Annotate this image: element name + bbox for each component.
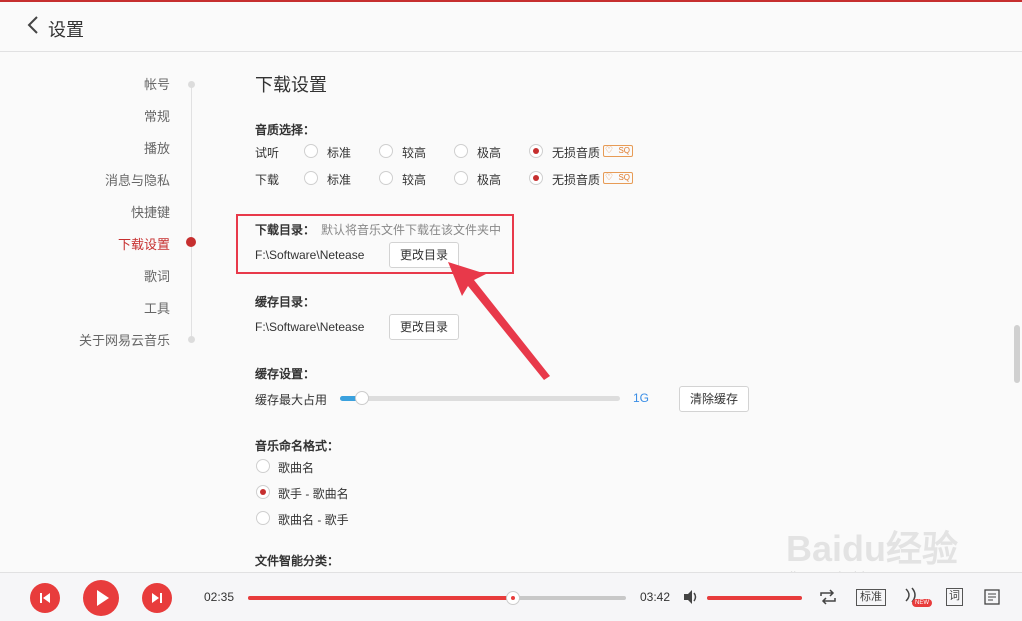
settings-content: 下载设置 音质选择： 试听 标准 较高 极高 无损音质 SQ 下载 标准 较高 … (0, 52, 1010, 572)
progress-handle[interactable] (505, 591, 520, 605)
naming-format-label: 音乐命名格式： (255, 439, 340, 453)
download-dir-label-text: 下载目录： (255, 223, 316, 237)
download-dir-desc: 默认将音乐文件下载在该文件夹中 (321, 223, 502, 237)
radio-preview-higher[interactable] (379, 144, 393, 158)
current-time: 02:35 (204, 590, 235, 604)
player-bar: 02:35 03:42 标准 NEW 词 (0, 572, 1022, 621)
scrollbar[interactable] (1014, 325, 1020, 383)
cache-settings-label: 缓存设置： (255, 367, 316, 381)
radio-naming-song-label: 歌曲名 (278, 461, 315, 475)
radio-download-higher-label: 较高 (402, 173, 427, 187)
radio-naming-song-artist-label: 歌曲名 - 歌手 (278, 513, 349, 527)
radio-download-standard-label: 标准 (327, 173, 352, 187)
section-title: 下载设置 (255, 75, 327, 95)
radio-download-extreme[interactable] (454, 171, 468, 185)
volume-fill (707, 596, 802, 600)
radio-preview-standard-label: 标准 (327, 146, 352, 160)
smart-sort-label: 文件智能分类： (255, 554, 340, 568)
radio-download-higher[interactable] (379, 171, 393, 185)
volume-slider[interactable] (707, 596, 802, 600)
cache-size-value: 1G (633, 391, 650, 405)
radio-naming-artist-song[interactable] (256, 485, 270, 499)
volume-icon[interactable] (682, 588, 700, 606)
cache-dir-path: F:\Software\Netease (255, 320, 365, 334)
radio-preview-higher-label: 较高 (402, 146, 427, 160)
new-badge: NEW (912, 599, 932, 607)
sq-badge: SQ (603, 145, 633, 157)
header: 设置 (0, 2, 1022, 52)
radio-naming-artist-song-label: 歌手 - 歌曲名 (278, 487, 349, 501)
loop-icon[interactable] (818, 588, 838, 606)
chevron-left-icon[interactable] (26, 14, 40, 42)
lyric-button[interactable]: 词 (946, 588, 963, 606)
radio-preview-standard[interactable] (304, 144, 318, 158)
radio-preview-lossless[interactable] (529, 144, 543, 158)
radio-download-lossless[interactable] (529, 171, 543, 185)
next-icon[interactable] (142, 583, 172, 613)
playlist-icon[interactable] (982, 587, 1002, 607)
quality-label: 音质选择： (255, 123, 316, 137)
cache-slider-handle[interactable] (355, 391, 370, 405)
cache-max-label: 缓存最大占用 (255, 393, 328, 407)
radio-preview-extreme-label: 极高 (477, 146, 502, 160)
previous-icon[interactable] (30, 583, 60, 613)
progress-bar[interactable] (248, 591, 626, 605)
cache-size-slider[interactable] (340, 391, 620, 405)
quality-row-label-preview: 试听 (255, 146, 280, 160)
change-cache-dir-button[interactable]: 更改目录 (389, 314, 460, 340)
quality-row-label-download: 下载 (255, 173, 280, 187)
radio-preview-lossless-label: 无损音质 (552, 146, 601, 160)
radio-naming-song[interactable] (256, 459, 270, 473)
total-time: 03:42 (640, 590, 671, 604)
radio-download-extreme-label: 极高 (477, 173, 502, 187)
quality-toggle-button[interactable]: 标准 (856, 589, 886, 606)
radio-download-lossless-label: 无损音质 (552, 173, 601, 187)
radio-download-standard[interactable] (304, 171, 318, 185)
sq-badge: SQ (603, 172, 633, 184)
radio-naming-song-artist[interactable] (256, 511, 270, 525)
radio-preview-extreme[interactable] (454, 144, 468, 158)
cache-dir-label: 缓存目录： (255, 295, 316, 309)
download-dir-path: F:\Software\Netease (255, 248, 365, 262)
play-icon[interactable] (83, 580, 119, 616)
watermark-logo: Baidu经验 (786, 528, 959, 569)
progress-fill (248, 596, 513, 600)
page-title: 设置 (48, 20, 84, 40)
download-dir-label: 下载目录： 默认将音乐文件下载在该文件夹中 (255, 221, 501, 238)
clear-cache-button[interactable]: 清除缓存 (679, 386, 750, 412)
